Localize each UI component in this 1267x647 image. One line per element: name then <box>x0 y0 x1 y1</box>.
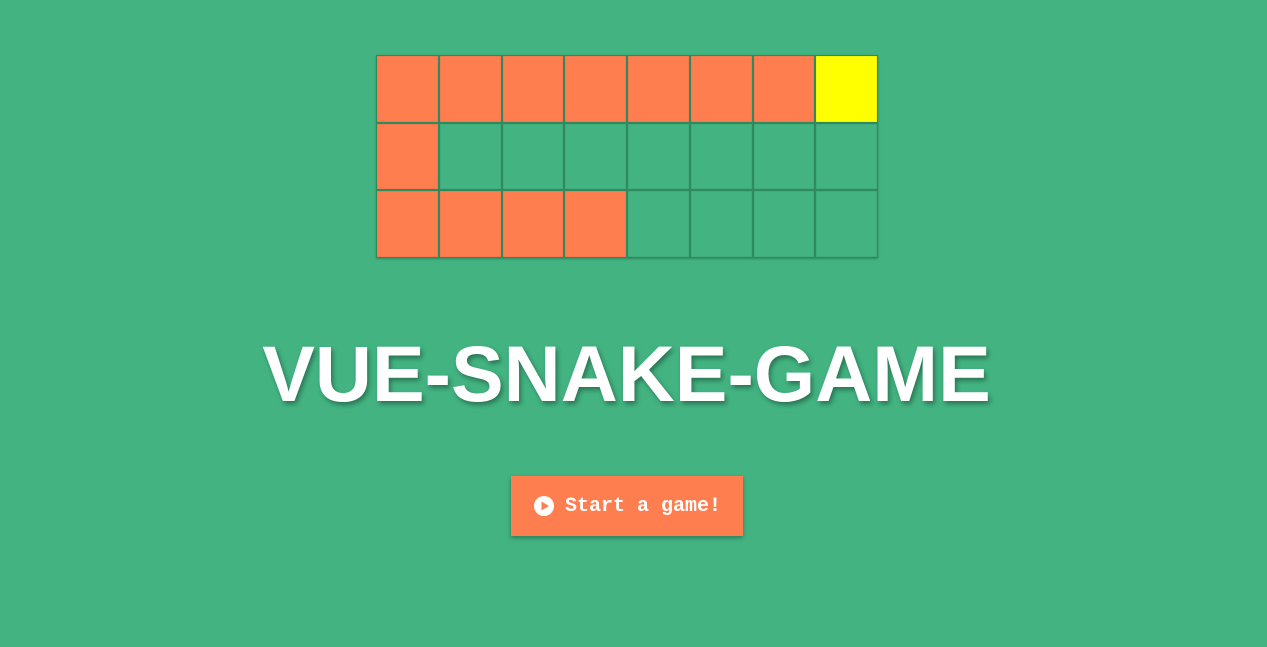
snake-body-cell <box>627 55 690 123</box>
empty-cell <box>627 190 690 258</box>
play-circle-icon <box>533 495 555 517</box>
empty-cell <box>627 122 690 191</box>
snake-body-cell <box>689 55 753 123</box>
snake-body-cell <box>564 190 627 258</box>
start-game-label: Start a game! <box>564 494 722 518</box>
game-title: VUE-SNAKE-GAME <box>262 329 991 418</box>
empty-cell <box>752 122 816 191</box>
snake-body-cell <box>438 55 502 123</box>
empty-cell <box>501 122 565 191</box>
start-game-button[interactable]: Start a game! <box>511 476 743 536</box>
intro-screen: VUE-SNAKE-GAME Start a game! <box>0 0 1267 647</box>
snake-body-cell <box>752 55 816 123</box>
empty-cell <box>815 190 878 258</box>
snake-body-cell <box>564 55 627 123</box>
empty-cell <box>689 190 753 258</box>
snake-body-cell <box>376 55 439 123</box>
snake-board-illustration <box>376 55 878 258</box>
empty-cell <box>689 122 753 191</box>
snake-body-cell <box>438 190 502 258</box>
empty-cell <box>564 122 627 191</box>
snake-body-cell <box>501 55 565 123</box>
empty-cell <box>438 122 502 191</box>
snake-body-cell <box>501 190 565 258</box>
snake-body-cell <box>376 122 439 191</box>
empty-cell <box>815 122 878 191</box>
snake-head-cell <box>815 55 878 123</box>
snake-body-cell <box>376 190 439 258</box>
empty-cell <box>752 190 816 258</box>
